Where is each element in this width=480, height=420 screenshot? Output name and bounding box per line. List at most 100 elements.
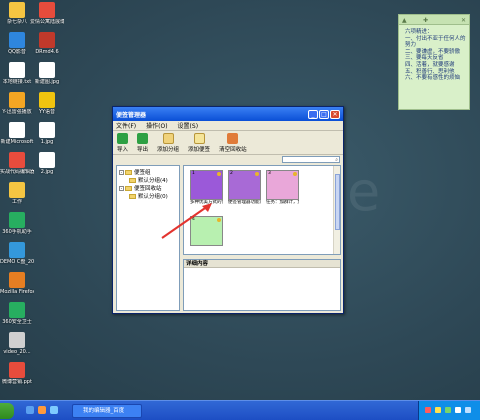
desktop-icon-label: 新建Microsoft (0, 139, 34, 145)
desktop-icon-label: 360安全卫士 (2, 319, 32, 325)
sticky-note-line: 六、不要有感性的烦恼 (405, 75, 461, 82)
desktop-icon[interactable]: 新建Microsoft (0, 122, 34, 145)
vertical-scrollbar[interactable] (333, 166, 340, 254)
desktop: le 杂七杂八 QQ影音 本地链接.txt Y-迅雷强播放 新建Microsoft 实战代… (0, 0, 480, 400)
desktop-icon[interactable]: video_20... (0, 332, 34, 355)
desktop-icon[interactable]: 本地链接.txt (0, 62, 34, 85)
desktop-icon-glyph (9, 332, 25, 348)
note-add-icon[interactable]: ✚ (423, 17, 428, 24)
add-note-button[interactable]: 添加便签 (188, 132, 210, 153)
desktop-icon-label: 微博营销.ppt (2, 379, 32, 385)
desktop-icon-glyph (9, 362, 25, 378)
scrollbar-thumb[interactable] (335, 174, 340, 230)
add-group-button[interactable]: 添加分组 (157, 132, 179, 153)
desktop-icon[interactable]: 爱情公寓陆展博萌宝 (30, 2, 64, 25)
desktop-icon-label: 1.jpg (40, 139, 54, 145)
desktop-icon[interactable]: DEMO C盘_20150... (0, 242, 34, 265)
tray-icon[interactable] (465, 407, 471, 413)
desktop-icon[interactable]: 1.jpg (30, 122, 64, 145)
note-card-caption: 便签管理器功能简介：1.便... (228, 200, 261, 205)
export-button[interactable]: 导出 (137, 132, 148, 153)
desktop-icon[interactable]: 微博营销.ppt (0, 362, 34, 385)
tree-expander-icon[interactable]: - (119, 169, 124, 175)
tree-item[interactable]: 默认分组(4) (119, 176, 177, 184)
maximize-button[interactable]: □ (319, 109, 329, 119)
desktop-icon-glyph (39, 152, 55, 168)
note-card[interactable]: 2 便签管理器功能简介：1.便... (228, 170, 261, 210)
search-input[interactable]: ⌕ (282, 156, 340, 163)
pin-icon (255, 172, 259, 176)
taskbar: 我的编辑器_百度 (0, 400, 480, 420)
close-button[interactable]: ✕ (330, 109, 340, 119)
quicklaunch-ie-icon[interactable] (26, 406, 34, 414)
desktop-icon-label: video_20... (3, 349, 31, 355)
import-button[interactable]: 导入 (117, 132, 128, 153)
sticky-note[interactable]: ▲ ✚ ✕ 六项精进： 一、付出不亚于任何人的 努力 二、要谦虚，不要骄傲 三、要每天反… (398, 14, 470, 110)
sticky-note-text[interactable]: 六项精进： 一、付出不亚于任何人的 努力 二、要谦虚，不要骄傲 三、要每天反省 四、活着，… (405, 29, 466, 82)
desktop-icon-glyph (9, 182, 25, 198)
quicklaunch-desktop-icon[interactable] (50, 406, 58, 414)
note-menu-icon[interactable]: ▲ (402, 17, 407, 24)
folder-icon (129, 177, 136, 183)
desktop-icon[interactable]: 实战代码编辑器sym (0, 152, 34, 175)
tray-icon[interactable] (435, 407, 441, 413)
desktop-icon-glyph (9, 2, 25, 18)
desktop-icon[interactable]: 360手机助手 (0, 212, 34, 235)
desktop-icon-glyph (9, 62, 25, 78)
tree-expander-icon[interactable]: - (119, 185, 124, 191)
search-icon[interactable]: ⌕ (335, 157, 338, 163)
detail-panel: 详细内容 (183, 259, 341, 311)
title-bar[interactable]: 便签管理器 _ □ ✕ (113, 107, 343, 121)
desktop-icon[interactable]: DRmd4.6 (30, 32, 64, 55)
desktop-icon[interactable]: QQ影音 (0, 32, 34, 55)
tree-item-label: 默认分组(0) (138, 194, 168, 200)
toolbar: 导入 导出 添加分组 添加便签 清空回收站 (113, 131, 343, 155)
tree-item[interactable]: 默认分组(0) (119, 192, 177, 200)
desktop-icon-label: 杂七杂八 (6, 19, 27, 25)
desktop-icon-glyph (9, 152, 25, 168)
desktop-icon-label: 新建图.jpg (34, 79, 60, 85)
start-button[interactable] (0, 403, 14, 419)
desktop-icon[interactable]: 新建图.jpg (30, 62, 64, 85)
desktop-icon-label: 360手机助手 (2, 229, 32, 235)
tree-item-label: 便签组 (134, 170, 151, 176)
note-card-number: 3 (268, 171, 271, 176)
desktop-icon[interactable]: Mozilla Firefox (0, 272, 34, 295)
desktop-icon[interactable]: YY语音 (30, 92, 64, 115)
desktop-icon-label: Mozilla Firefox (0, 289, 34, 295)
desktop-icon[interactable]: 杂七杂八 (0, 2, 34, 25)
desktop-icon[interactable]: Y-迅雷强播放 (0, 92, 34, 115)
sticky-note-line: 三、要每天反省 (405, 55, 444, 62)
tree-item[interactable]: - 便签组 (119, 168, 177, 176)
desktop-icon-glyph (39, 62, 55, 78)
desktop-icon-glyph (9, 302, 25, 318)
menu-operate[interactable]: 操作(O) (146, 121, 167, 130)
desktop-icon[interactable]: 360安全卫士 (0, 302, 34, 325)
pin-icon (293, 172, 297, 176)
menu-file[interactable]: 文件(F) (116, 121, 136, 130)
minimize-button[interactable]: _ (308, 109, 318, 119)
note-card-thumbnail: 2 (228, 170, 261, 200)
tray-icon[interactable] (445, 407, 451, 413)
desktop-icon-area: 杂七杂八 QQ影音本地链接.txt Y-迅雷强播放新建Microsoft 实战代码编辑… (0, 0, 70, 400)
pin-icon (217, 172, 221, 176)
desktop-icon-glyph (39, 2, 55, 18)
note-card[interactable]: 3 任务：加群计，加关于什么... (266, 170, 299, 210)
tree-item[interactable]: - 便签回收站 (119, 184, 177, 192)
desktop-icon-label: 工作 (11, 199, 22, 205)
tray-icon[interactable] (455, 407, 461, 413)
desktop-icon[interactable]: 2.jpg (30, 152, 64, 175)
note-card-number: 1 (192, 171, 195, 176)
desktop-icon[interactable]: 工作 (0, 182, 34, 205)
desktop-icon-glyph (9, 212, 25, 228)
quicklaunch-media-icon[interactable] (38, 406, 46, 414)
taskbar-task[interactable]: 我的编辑器_百度 (72, 404, 142, 418)
note-close-icon[interactable]: ✕ (461, 17, 466, 24)
sticky-note-header: ▲ ✚ ✕ (399, 15, 469, 25)
detail-header: 详细内容 (184, 260, 340, 268)
empty-recycle-bin-button[interactable]: 清空回收站 (219, 132, 247, 153)
import-icon (117, 132, 128, 144)
desktop-icon-label: 爱情公寓陆展博萌宝 (30, 19, 64, 25)
tray-icon[interactable] (425, 407, 431, 413)
menu-settings[interactable]: 设置(S) (178, 121, 199, 130)
